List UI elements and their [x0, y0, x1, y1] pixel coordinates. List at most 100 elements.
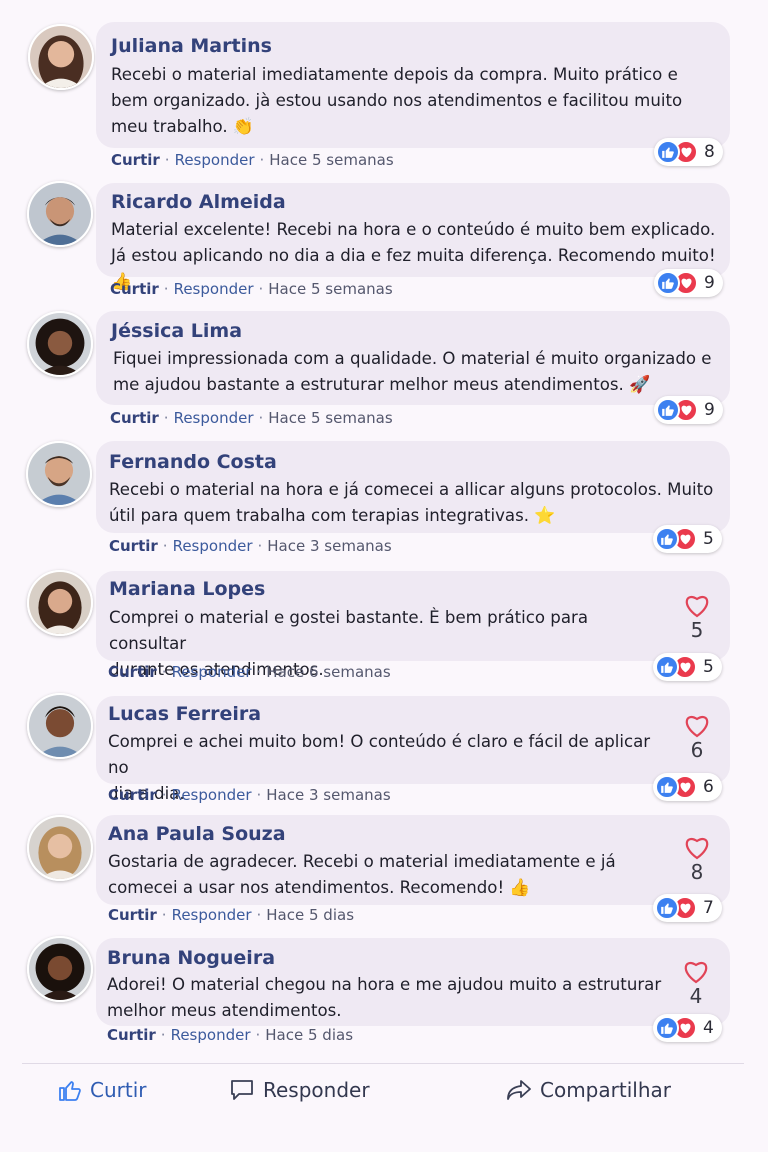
like-link[interactable]: Curtir [109, 537, 158, 555]
heart-count: 5 [690, 618, 704, 642]
comment-text-line: bem organizado. jà estou usando nos aten… [111, 91, 683, 110]
comment-time: Hace 5 semanas [268, 280, 393, 298]
divider [22, 1063, 744, 1064]
thumbs-up-icon [656, 140, 680, 164]
reaction-count: 9 [704, 400, 715, 420]
comment-author[interactable]: Ana Paula Souza [108, 823, 286, 845]
thumbs-up-icon [655, 1016, 679, 1040]
comment-actions: Curtir · Responder · Hace 5 semanas [110, 280, 393, 298]
like-link[interactable]: Curtir [111, 151, 160, 169]
reply-button-label: Responder [263, 1078, 370, 1102]
comment-actions: Curtir · Responder · Hace 5 dias [107, 1026, 354, 1044]
comment-author[interactable]: Mariana Lopes [109, 578, 265, 600]
share-button-label: Compartilhar [540, 1078, 671, 1102]
reaction-summary[interactable]: 9 [654, 269, 723, 297]
comment-text-line: meu trabalho. [111, 117, 228, 136]
like-button-label: Curtir [90, 1078, 147, 1102]
heart-outline-icon [684, 962, 708, 984]
reaction-count: 6 [703, 777, 714, 797]
reply-link[interactable]: Responder [172, 663, 252, 681]
comment-time: Hace 3 semanas [266, 786, 391, 804]
heart-reaction[interactable]: 5 [677, 592, 717, 642]
heart-outline-icon [685, 716, 709, 738]
comment-author[interactable]: Fernando Costa [109, 451, 277, 473]
avatar[interactable] [27, 570, 93, 636]
thumbs-up-icon [655, 896, 679, 920]
comment-text-line: Gostaria de agradecer. Recebi o material… [108, 852, 616, 871]
reply-link[interactable]: Responder [171, 1026, 251, 1044]
reaction-count: 4 [703, 1018, 714, 1038]
thumbs-up-emoji: 👍 [509, 878, 531, 898]
reaction-count: 5 [703, 657, 714, 677]
comment-author[interactable]: Ricardo Almeida [111, 191, 286, 213]
comment-author[interactable]: Bruna Nogueira [107, 947, 275, 969]
comment-text-line: útil para quem trabalha com terapias int… [109, 506, 529, 525]
avatar[interactable] [27, 181, 93, 247]
reply-link[interactable]: Responder [172, 786, 252, 804]
comment-time: Hace 5 semanas [269, 151, 394, 169]
thumbs-up-icon [656, 271, 680, 295]
comment-text-line: Comprei e achei muito bom! O conteúdo é … [108, 732, 651, 777]
like-link[interactable]: Curtir [110, 280, 159, 298]
reaction-summary[interactable]: 8 [654, 138, 723, 166]
share-button[interactable]: Compartilhar [506, 1072, 671, 1108]
avatar[interactable] [26, 441, 92, 507]
comment-text: Recebi o material na hora e já comecei a… [109, 477, 727, 529]
reaction-summary[interactable]: 6 [653, 773, 722, 801]
clapping-hands-emoji: 👏 [232, 117, 255, 137]
reaction-count: 9 [704, 273, 715, 293]
like-link[interactable]: Curtir [110, 409, 159, 427]
reply-link[interactable]: Responder [174, 280, 254, 298]
comment-text: Recebi o material imediatamente depois d… [111, 62, 721, 140]
reply-link[interactable]: Responder [174, 409, 254, 427]
comment-time: Hace 6 semanas [266, 663, 391, 681]
comment-text-line: Já estou aplicando no dia a dia e fez mu… [111, 246, 716, 265]
comment-author[interactable]: Lucas Ferreira [108, 703, 261, 725]
heart-count: 6 [690, 738, 704, 762]
reaction-summary[interactable]: 4 [653, 1014, 722, 1042]
rocket-emoji: 🚀 [629, 375, 651, 395]
reaction-count: 5 [703, 529, 714, 549]
reaction-summary[interactable]: 9 [654, 396, 723, 424]
comment-author[interactable]: Jéssica Lima [111, 320, 242, 342]
comment-text-line: Material excelente! Recebi na hora e o c… [111, 220, 716, 239]
avatar[interactable] [27, 693, 93, 759]
reply-button[interactable]: Responder [229, 1072, 370, 1108]
reply-link[interactable]: Responder [175, 151, 255, 169]
heart-outline-icon [685, 596, 709, 618]
like-link[interactable]: Curtir [108, 663, 157, 681]
comment-text-line: Recebi o material na hora e já comecei a… [109, 480, 714, 499]
comment-author[interactable]: Juliana Martins [111, 35, 272, 57]
share-arrow-icon [507, 1080, 531, 1100]
like-button[interactable]: Curtir [58, 1072, 146, 1108]
like-link[interactable]: Curtir [107, 1026, 156, 1044]
reply-link[interactable]: Responder [173, 537, 253, 555]
thumbs-up-icon [655, 527, 679, 551]
comment-text-line: Recebi o material imediatamente depois d… [111, 65, 678, 84]
comment-text-line: Adorei! O material chegou na hora e me a… [107, 975, 662, 994]
heart-reaction[interactable]: 8 [677, 834, 717, 884]
reply-link[interactable]: Responder [172, 906, 252, 924]
comment-text: Fiquei impressionada com a qualidade. O … [113, 346, 723, 398]
comment-time: Hace 5 dias [265, 1026, 354, 1044]
comment-text: Gostaria de agradecer. Recebi o material… [108, 849, 668, 901]
reaction-summary[interactable]: 5 [653, 525, 722, 553]
thumbs-up-icon [655, 775, 679, 799]
avatar[interactable] [28, 24, 94, 90]
heart-outline-icon [685, 838, 709, 860]
heart-reaction[interactable]: 4 [676, 958, 716, 1008]
comment-actions: Curtir · Responder · Hace 5 semanas [110, 409, 393, 427]
avatar[interactable] [27, 936, 93, 1002]
comment-text-line: comecei a usar nos atendimentos. Recomen… [108, 878, 505, 897]
heart-count: 4 [689, 984, 703, 1008]
comment-text-line: me ajudou bastante a estruturar melhor m… [113, 375, 624, 394]
star-emoji: ⭐ [534, 506, 556, 526]
like-link[interactable]: Curtir [108, 786, 157, 804]
heart-reaction[interactable]: 6 [677, 712, 717, 762]
avatar[interactable] [27, 311, 93, 377]
reaction-summary[interactable]: 7 [653, 894, 722, 922]
reaction-summary[interactable]: 5 [653, 653, 722, 681]
like-link[interactable]: Curtir [108, 906, 157, 924]
comment-text-line: Fiquei impressionada com a qualidade. O … [113, 349, 712, 368]
avatar[interactable] [27, 815, 93, 881]
